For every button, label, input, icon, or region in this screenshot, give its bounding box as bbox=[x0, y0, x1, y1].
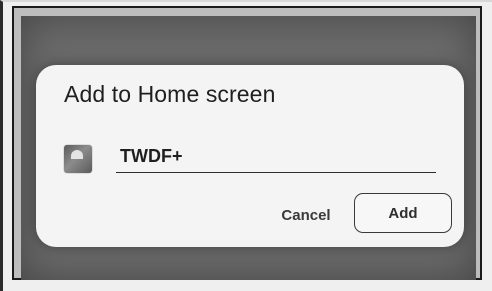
add-button[interactable]: Add bbox=[354, 193, 452, 233]
shortcut-name-input[interactable] bbox=[116, 141, 436, 173]
dialog-title: Add to Home screen bbox=[64, 81, 276, 107]
cancel-button[interactable]: Cancel bbox=[276, 201, 336, 229]
app-shortcut-icon bbox=[64, 145, 92, 173]
add-to-home-dialog: Add to Home screen Cancel Add bbox=[36, 65, 464, 247]
app-icon-glyph bbox=[71, 150, 83, 159]
